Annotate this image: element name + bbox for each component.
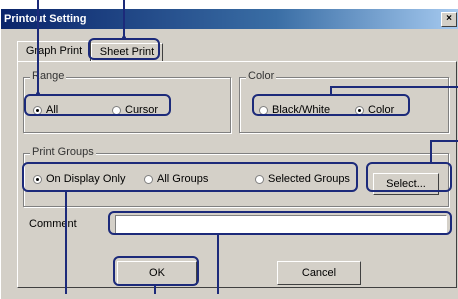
color-options-highlight bbox=[252, 94, 410, 116]
comment-field-highlight bbox=[108, 211, 452, 235]
tab-graph-print-label: Graph Print bbox=[25, 45, 83, 57]
tab-sheet-print-highlight bbox=[88, 38, 160, 60]
callout-dot bbox=[122, 36, 126, 40]
cancel-button[interactable]: Cancel bbox=[277, 261, 361, 285]
print-groups-options-highlight bbox=[22, 162, 358, 192]
range-legend: Range bbox=[30, 70, 67, 82]
title-bar[interactable]: Printout Setting × bbox=[1, 9, 458, 29]
callout-dot bbox=[36, 92, 40, 96]
callout-line bbox=[217, 235, 219, 294]
callout-line bbox=[430, 140, 458, 142]
callout-line bbox=[154, 286, 156, 294]
tab-graph-print[interactable]: Graph Print bbox=[17, 41, 91, 62]
callout-line bbox=[330, 86, 458, 88]
callout-line bbox=[123, 0, 125, 38]
cancel-label: Cancel bbox=[301, 267, 337, 279]
color-legend: Color bbox=[246, 70, 277, 82]
comment-label: Comment bbox=[29, 218, 77, 230]
ok-button-highlight bbox=[113, 256, 199, 286]
range-options-highlight bbox=[24, 94, 171, 116]
select-button-highlight bbox=[366, 162, 452, 192]
callout-line bbox=[65, 192, 67, 294]
print-groups-legend: Print Groups bbox=[30, 146, 96, 158]
callout-line bbox=[430, 140, 432, 162]
printout-setting-dialog: Printout Setting × Graph Print Sheet Pri… bbox=[0, 8, 458, 299]
callout-line bbox=[37, 0, 39, 94]
close-button[interactable]: × bbox=[441, 12, 457, 27]
dialog-title: Printout Setting bbox=[4, 13, 87, 25]
